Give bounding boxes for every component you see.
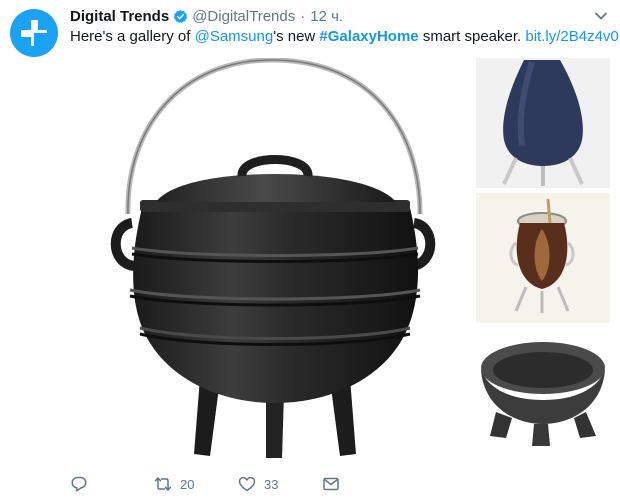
like-button[interactable]: 33 xyxy=(238,475,322,493)
tweet-text-part: Here's a gallery of xyxy=(70,28,195,45)
tweet-text: Here's a gallery of @Samsung's new #Gala… xyxy=(70,27,619,47)
stone-bowl-illustration xyxy=(481,342,605,446)
retweet-icon xyxy=(154,477,172,491)
tweet-header: Digital Trends @DigitalTrends · 12 ч. xyxy=(70,6,343,26)
like-count: 33 xyxy=(264,476,279,492)
retweet-count: 20 xyxy=(180,476,195,492)
separator-dot: · xyxy=(300,7,306,25)
thumbnail-galaxy-home-speaker[interactable] xyxy=(476,58,610,188)
retweet-button[interactable]: 20 xyxy=(154,475,238,493)
galaxy-home-speaker-illustration xyxy=(502,60,584,186)
tweet-text-part: 's new xyxy=(273,28,320,45)
main-photo-cast-iron-pot[interactable] xyxy=(70,57,470,458)
like-heart-icon xyxy=(238,476,256,492)
tweet-text-part: smart speaker. xyxy=(418,28,526,45)
mention-link[interactable]: @Samsung xyxy=(195,28,274,45)
url-link[interactable]: bit.ly/2B4z4v0 xyxy=(525,28,618,45)
thumbnail-stone-bowl[interactable] xyxy=(476,328,610,458)
direct-message-button[interactable] xyxy=(322,475,340,493)
cast-iron-pot-illustration xyxy=(110,57,436,458)
chevron-down-icon[interactable] xyxy=(594,9,608,23)
author-name[interactable]: Digital Trends xyxy=(70,8,169,25)
reply-button[interactable] xyxy=(70,475,154,493)
mate-gourd-illustration xyxy=(509,198,575,313)
author-handle[interactable]: @DigitalTrends xyxy=(192,8,295,25)
avatar[interactable] xyxy=(10,9,58,57)
thumbnail-mate-gourd[interactable] xyxy=(476,193,610,323)
media-gallery xyxy=(70,57,610,458)
tweet-actions: 20 33 xyxy=(70,474,340,494)
tweet-timestamp[interactable]: 12 ч. xyxy=(310,8,343,25)
hashtag-link[interactable]: #GalaxyHome xyxy=(319,28,418,45)
direct-message-icon xyxy=(323,477,339,491)
reply-icon xyxy=(71,476,87,492)
verified-badge-icon xyxy=(173,9,188,23)
